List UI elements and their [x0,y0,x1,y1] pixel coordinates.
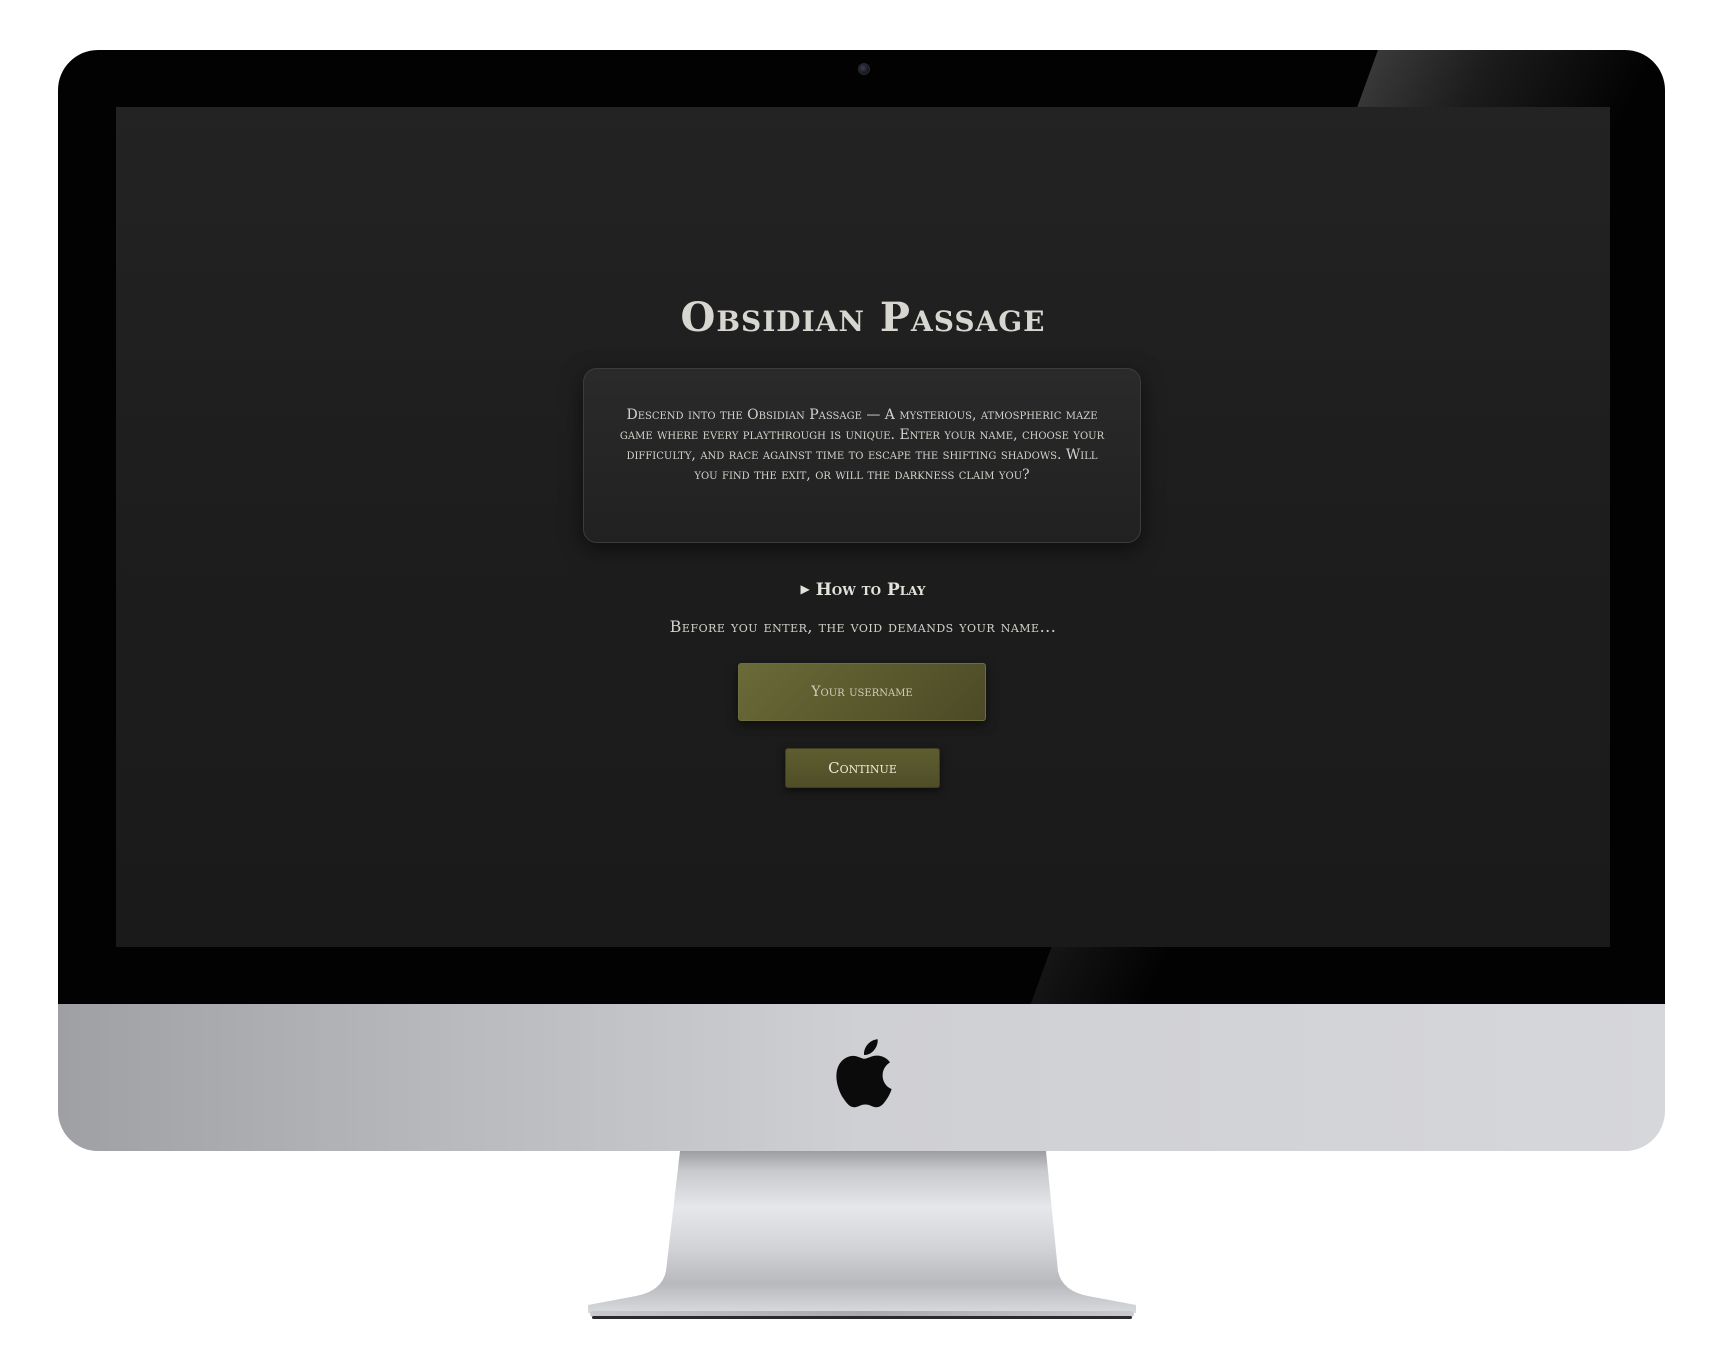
screen: Obsidian Passage Descend into the Obsidi… [116,107,1610,947]
disclosure-triangle-icon: ▶ [800,582,810,596]
imac-mockup: Obsidian Passage Descend into the Obsidi… [0,0,1713,1366]
intro-card: Descend into the Obsidian Passage — A my… [583,368,1141,543]
webcam-icon [858,63,870,75]
monitor-stand [588,1151,1136,1319]
how-to-play-toggle[interactable]: ▶ How to Play [116,580,1610,600]
username-input[interactable] [738,663,986,721]
apple-logo-icon [836,1039,892,1108]
how-to-play-label: How to Play [815,580,926,600]
intro-text: Descend into the Obsidian Passage — A my… [619,407,1105,483]
username-prompt: Before you enter, the void demands your … [669,617,1057,636]
game-title: Obsidian Passage [680,294,1046,341]
continue-button[interactable]: Continue [785,748,940,788]
game-start-screen: Obsidian Passage Descend into the Obsidi… [116,107,1610,947]
